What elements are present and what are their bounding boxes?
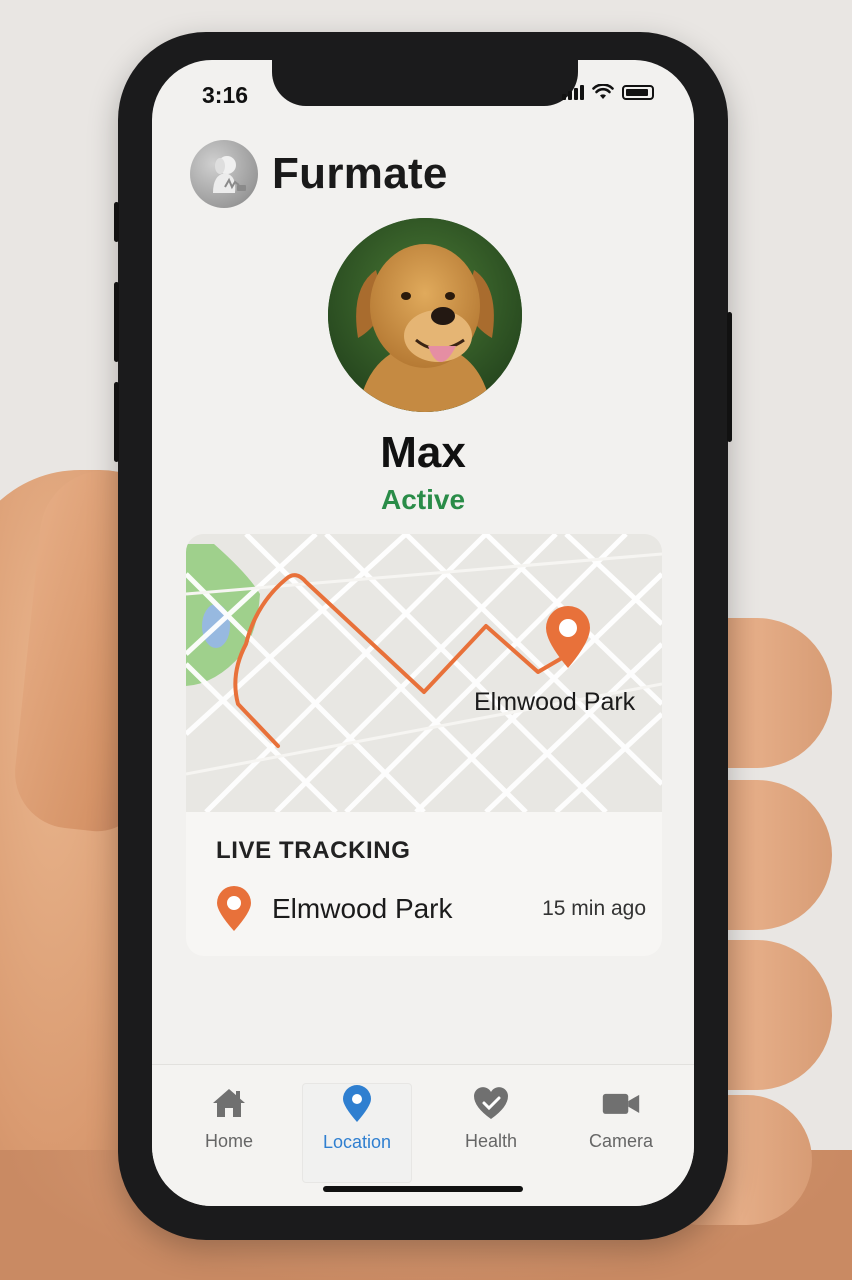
wifi-icon bbox=[592, 84, 614, 99]
map-view[interactable]: Elmwood Park bbox=[186, 534, 662, 814]
battery-icon bbox=[622, 84, 654, 100]
app-header: Furmate bbox=[190, 140, 448, 208]
pet-name: Max bbox=[380, 428, 466, 477]
status-icons bbox=[562, 84, 654, 100]
status-time: 3:16 bbox=[202, 82, 249, 108]
tab-home[interactable]: Home bbox=[174, 1083, 284, 1183]
pet-status: Active bbox=[380, 484, 466, 515]
app-logo bbox=[190, 140, 258, 208]
app-title: Furmate bbox=[272, 149, 448, 198]
tab-location[interactable]: Location bbox=[302, 1083, 412, 1183]
home-icon bbox=[213, 1089, 245, 1117]
tab-camera[interactable]: Camera bbox=[566, 1083, 676, 1183]
volume-down-button bbox=[114, 382, 119, 462]
phone-screen: 3:16 Furmate Max Active Elmwood Park LIV… bbox=[152, 60, 694, 1206]
tab-camera-label: Camera bbox=[588, 1131, 654, 1151]
tab-home-label: Home bbox=[204, 1131, 253, 1151]
location-pin-icon bbox=[343, 1085, 371, 1122]
tracking-time: 15 min ago bbox=[542, 897, 646, 920]
dog-photo bbox=[328, 218, 522, 412]
bottom-tab-bar: Home Location Health Camera bbox=[152, 1064, 694, 1206]
pet-avatar[interactable] bbox=[328, 218, 522, 412]
mute-switch bbox=[114, 202, 119, 242]
volume-up-button bbox=[114, 282, 119, 362]
power-button bbox=[727, 312, 732, 442]
home-indicator[interactable] bbox=[323, 1186, 523, 1192]
tab-health-label: Health bbox=[464, 1131, 518, 1151]
heart-icon bbox=[474, 1087, 508, 1119]
video-camera-icon bbox=[602, 1093, 640, 1114]
map-streets bbox=[186, 534, 662, 814]
dog-logo-icon bbox=[213, 156, 246, 193]
tracking-place: Elmwood Park bbox=[272, 893, 453, 924]
location-pin-icon bbox=[217, 886, 251, 931]
tracking-row[interactable]: Elmwood Park 15 min ago bbox=[216, 884, 646, 934]
notch bbox=[272, 60, 578, 106]
tab-health[interactable]: Health bbox=[436, 1083, 546, 1183]
map-place-label: Elmwood Park bbox=[474, 688, 636, 716]
location-card[interactable]: Elmwood Park LIVE TRACKING Elmwood Park … bbox=[186, 534, 662, 956]
tab-location-label: Location bbox=[322, 1132, 392, 1152]
live-tracking-title: LIVE TRACKING bbox=[216, 837, 411, 864]
signal-icon bbox=[562, 84, 584, 100]
